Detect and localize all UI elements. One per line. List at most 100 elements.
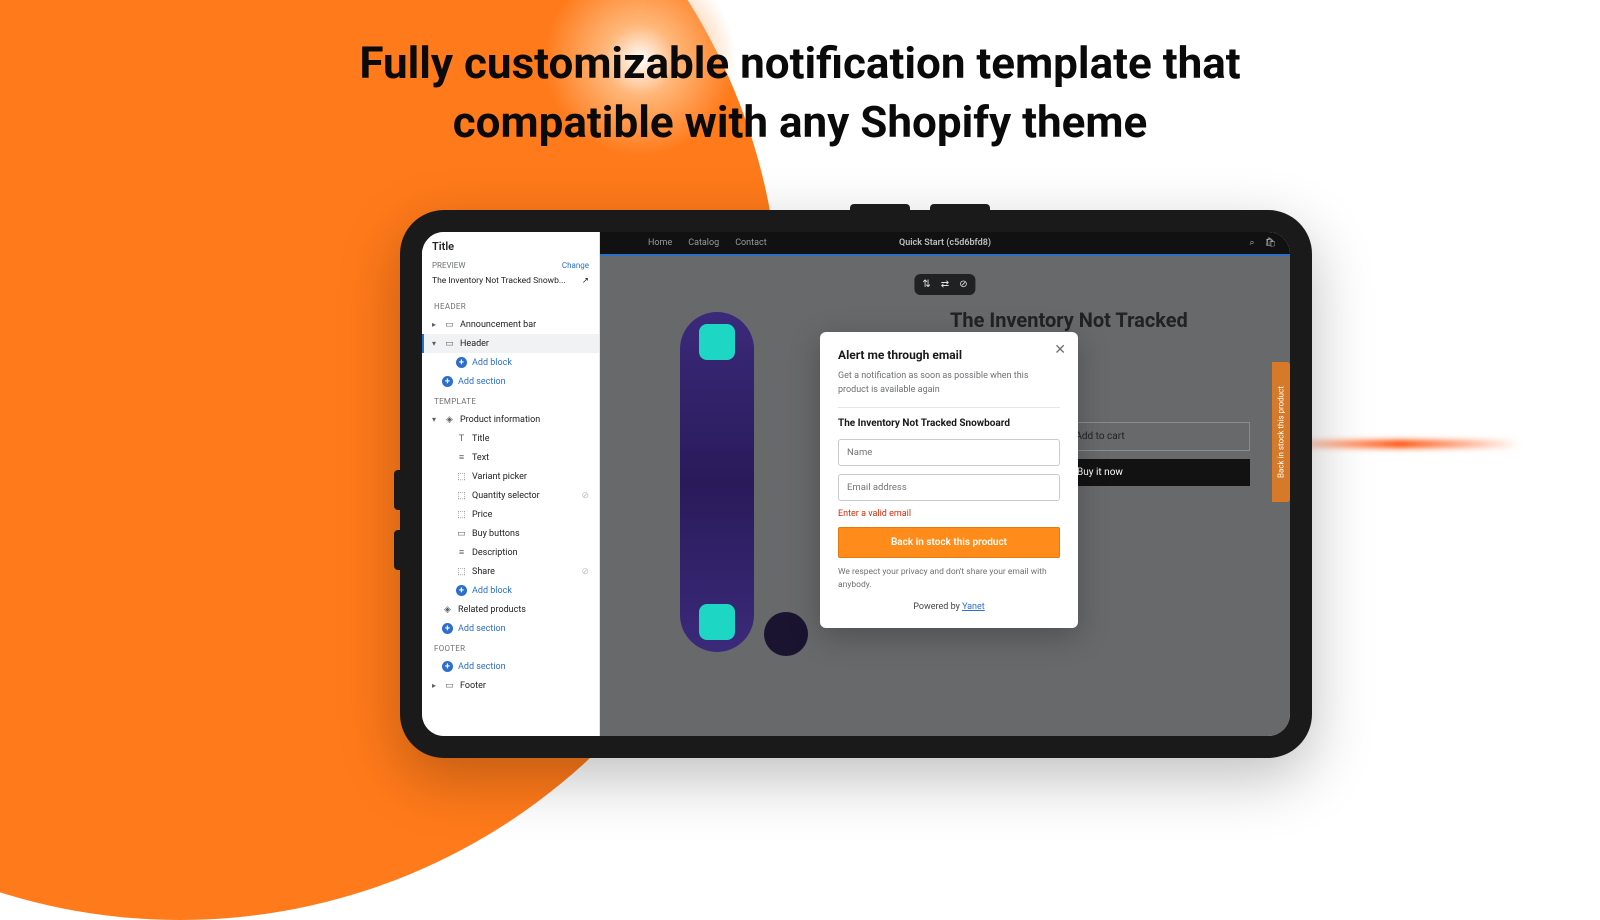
tablet-button (850, 204, 910, 212)
tablet-button (394, 530, 402, 570)
sidebar-item-variant[interactable]: ⬚ Variant picker (422, 467, 599, 486)
sidebar-item-label: Buy buttons (472, 529, 520, 539)
nav-contact[interactable]: Contact (735, 238, 766, 248)
sidebar-item-label: Product information (460, 415, 540, 425)
chevron-down-icon: ▾ (432, 415, 439, 424)
sidebar-item-label: Header (460, 339, 489, 349)
lines-icon: ≡ (456, 547, 467, 558)
preview-label: PREVIEW (432, 261, 465, 270)
product-image[interactable] (680, 312, 754, 652)
section-toolbar[interactable]: ⇅ ⇄ ⊘ (914, 274, 975, 295)
block-icon: ⬚ (456, 490, 467, 501)
block-icon: ⬚ (456, 566, 467, 577)
section-label-header: HEADER (422, 296, 599, 315)
sidebar-item-label: Text (472, 453, 489, 463)
divider (838, 407, 1060, 408)
sidebar-item-label: Description (472, 548, 518, 558)
sidebar-item-footer[interactable]: ▸ ▭ Footer (422, 676, 599, 695)
sidebar-item-label: Announcement bar (460, 320, 536, 330)
sidebar-item-price[interactable]: ⬚ Price (422, 505, 599, 524)
sidebar-item-share[interactable]: ⬚ Share ⊘ (422, 562, 599, 581)
sidebar-item-label: Add section (458, 624, 506, 634)
sidebar-item-label: Add section (458, 377, 506, 387)
light-streak (1280, 440, 1520, 448)
template-name: Title (422, 232, 599, 261)
section-label-footer: FOOTER (422, 638, 599, 657)
add-section-button[interactable]: +Add section (422, 657, 599, 676)
section-icon: ▭ (444, 338, 455, 349)
search-icon[interactable]: ⌕ (1250, 238, 1255, 248)
sidebar-item-label: Footer (460, 681, 486, 691)
back-in-stock-modal: ✕ Alert me through email Get a notificat… (820, 332, 1078, 628)
back-in-stock-tab[interactable]: Back in stock this product (1272, 362, 1290, 502)
chevron-down-icon: ▾ (432, 339, 439, 348)
chevron-right-icon: ▸ (432, 320, 439, 329)
settings-icon[interactable]: ⇄ (941, 279, 949, 290)
modal-subtitle: Get a notification as soon as possible w… (838, 370, 1060, 397)
modal-product-name: The Inventory Not Tracked Snowboard (838, 418, 1060, 429)
tag-icon: ◈ (442, 604, 453, 615)
hidden-icon[interactable]: ⊘ (581, 491, 589, 501)
plus-icon: + (456, 585, 467, 596)
plus-icon: + (456, 357, 467, 368)
sidebar-item-product-info[interactable]: ▾ ◈ Product information (422, 410, 599, 429)
sidebar-item-text[interactable]: ≡ Text (422, 448, 599, 467)
tag-icon: ◈ (444, 414, 455, 425)
add-section-button[interactable]: + Add section (422, 372, 599, 391)
selection-outline (600, 254, 1290, 256)
section-icon: ▭ (444, 680, 455, 691)
block-icon: ⬚ (456, 471, 467, 482)
sidebar-item-announcement[interactable]: ▸ ▭ Announcement bar (422, 315, 599, 334)
add-block-button[interactable]: +Add block (422, 581, 599, 600)
sidebar-item-label: Add block (472, 358, 512, 368)
sidebar-item-label: Add section (458, 662, 506, 672)
plus-icon: + (442, 623, 453, 634)
sidebar-item-related[interactable]: ◈ Related products (422, 600, 599, 619)
hide-icon[interactable]: ⊘ (959, 279, 967, 290)
modal-title: Alert me through email (838, 348, 1060, 362)
product-thumbnail[interactable] (764, 612, 808, 656)
sidebar-item-label: Quantity selector (472, 491, 540, 501)
sidebar-item-header[interactable]: ▾ ▭ Header (422, 334, 599, 353)
tablet-frame: Title PREVIEW Change The Inventory Not T… (400, 210, 1312, 758)
lines-icon: ≡ (456, 452, 467, 463)
sidebar-item-label: Variant picker (472, 472, 527, 482)
submit-button[interactable]: Back in stock this product (838, 527, 1060, 558)
plus-icon: + (442, 376, 453, 387)
cart-icon[interactable]: 🛍 (1265, 238, 1276, 248)
sidebar-item-label: Related products (458, 605, 526, 615)
nav-home[interactable]: Home (648, 238, 672, 248)
sidebar-item-buy[interactable]: ▭ Buy buttons (422, 524, 599, 543)
change-link[interactable]: Change (562, 261, 589, 270)
section-icon: ▭ (444, 319, 455, 330)
block-icon: ⬚ (456, 509, 467, 520)
marketing-headline: Fully customizable notification template… (0, 34, 1600, 153)
sidebar-item-description[interactable]: ≡ Description (422, 543, 599, 562)
nav-catalog[interactable]: Catalog (688, 238, 719, 248)
sidebar-item-title[interactable]: TTitle (422, 429, 599, 448)
move-icon[interactable]: ⇅ (922, 279, 930, 290)
external-link-icon[interactable]: ↗ (582, 276, 589, 286)
sidebar-item-label: Share (472, 567, 495, 577)
email-input[interactable] (838, 474, 1060, 501)
sidebar-item-quantity[interactable]: ⬚ Quantity selector ⊘ (422, 486, 599, 505)
store-topbar: Home Catalog Contact Quick Start (c5d6bf… (600, 232, 1290, 254)
chevron-right-icon: ▸ (432, 681, 439, 690)
tablet-button (394, 470, 402, 510)
privacy-note: We respect your privacy and don't share … (838, 566, 1060, 592)
add-section-button[interactable]: + Add section (422, 619, 599, 638)
theme-preview: ⊞ Header Home Catalog Contact Quick Star… (600, 232, 1290, 736)
sidebar-item-label: Price (472, 510, 492, 520)
add-block-button[interactable]: + Add block (422, 353, 599, 372)
tablet-button (930, 204, 990, 212)
name-input[interactable] (838, 439, 1060, 466)
email-error: Enter a valid email (838, 509, 1060, 519)
powered-by: Powered by Yanet (838, 602, 1060, 612)
brand-link[interactable]: Yanet (962, 602, 985, 612)
close-icon[interactable]: ✕ (1054, 342, 1066, 358)
tablet-screen: Title PREVIEW Change The Inventory Not T… (422, 232, 1290, 736)
store-name: Quick Start (c5d6bfd8) (899, 238, 991, 248)
hidden-icon[interactable]: ⊘ (581, 567, 589, 577)
card-icon: ▭ (456, 528, 467, 539)
section-label-template: TEMPLATE (422, 391, 599, 410)
